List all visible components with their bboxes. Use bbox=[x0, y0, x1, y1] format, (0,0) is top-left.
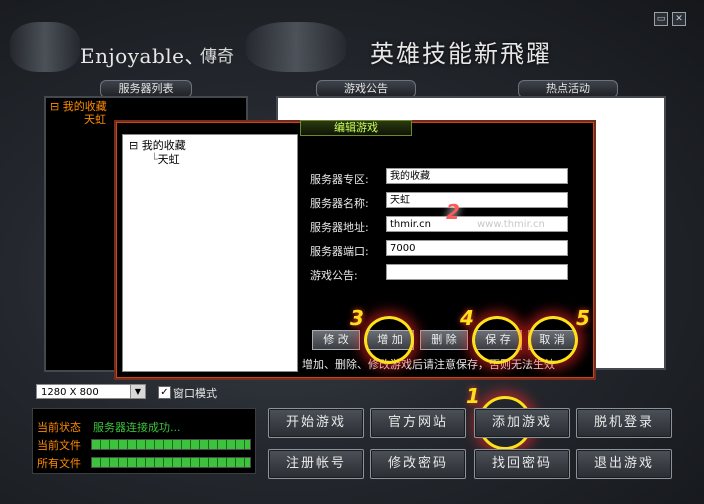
start-game-button[interactable]: 开始游戏 bbox=[268, 408, 364, 438]
recover-password-button[interactable]: 找回密码 bbox=[474, 449, 570, 479]
current-file-progress bbox=[91, 439, 251, 450]
address-value: thmir.cn bbox=[390, 219, 431, 230]
tree-connector-icon: └ bbox=[151, 153, 158, 166]
all-files-label: 所有文件 bbox=[37, 457, 81, 470]
highlight-ring-cancel bbox=[528, 316, 578, 364]
modify-button[interactable]: 修 改 bbox=[312, 330, 360, 350]
brand-title: Enjoyable、 bbox=[80, 44, 205, 68]
server-address-label: 服务器地址: bbox=[310, 221, 369, 234]
slogan-title: 英雄技能新飛躍 bbox=[370, 40, 552, 68]
official-site-button[interactable]: 官方网站 bbox=[370, 408, 466, 438]
step-number-4: 4 bbox=[460, 306, 474, 330]
step-number-3: 3 bbox=[350, 306, 364, 330]
server-address-input[interactable]: thmir.cn www.thmir.cn bbox=[386, 216, 568, 232]
window-mode-label: 窗口模式 bbox=[173, 387, 217, 400]
window-mode-checkbox[interactable]: ✓ bbox=[158, 386, 171, 399]
dialog-tree-label: 天虹 bbox=[157, 153, 180, 166]
launcher-window: { "window": {"minimize_glyph": "▭", "clo… bbox=[0, 0, 704, 504]
dialog-hint-text: 增加、删除、修改游戏后请注意保存，否则无法生效 bbox=[302, 358, 555, 371]
server-name-label: 服务器名称: bbox=[310, 197, 369, 210]
close-button[interactable]: ✕ bbox=[672, 12, 686, 26]
tree-item-label: 天虹 bbox=[84, 113, 106, 126]
dragon-ornament-right bbox=[246, 22, 346, 72]
brand-subtitle: 傳奇 bbox=[200, 47, 234, 67]
minimize-button[interactable]: ▭ bbox=[654, 12, 668, 26]
status-label: 当前状态 bbox=[37, 421, 81, 434]
delete-button[interactable]: 删 除 bbox=[420, 330, 468, 350]
server-port-input[interactable]: 7000 bbox=[386, 240, 568, 256]
step-number-2: 2 bbox=[446, 200, 460, 224]
add-game-button[interactable]: 添加游戏 bbox=[474, 408, 570, 438]
offline-login-button[interactable]: 脱机登录 bbox=[576, 408, 672, 438]
exit-game-button[interactable]: 退出游戏 bbox=[576, 449, 672, 479]
server-name-input[interactable]: 天虹 bbox=[386, 192, 568, 208]
highlight-ring-add bbox=[364, 316, 414, 364]
server-port-label: 服务器端口: bbox=[310, 245, 369, 258]
dragon-ornament-left bbox=[10, 22, 80, 72]
dropdown-arrow-icon[interactable]: ▼ bbox=[130, 385, 145, 398]
zone-label: 服务器专区: bbox=[310, 173, 369, 186]
expand-icon[interactable]: ⊟ bbox=[129, 139, 138, 152]
dialog-tree-item-server[interactable]: └天虹 bbox=[151, 151, 180, 167]
game-notice-label: 游戏公告: bbox=[310, 269, 358, 282]
current-file-label: 当前文件 bbox=[37, 439, 81, 452]
all-files-progress bbox=[91, 457, 251, 468]
status-value: 服务器连接成功... bbox=[93, 421, 181, 434]
zone-input[interactable]: 我的收藏 bbox=[386, 168, 568, 184]
change-password-button[interactable]: 修改密码 bbox=[370, 449, 466, 479]
watermark-text: www.thmir.cn bbox=[477, 219, 545, 230]
step-number-1: 1 bbox=[466, 384, 480, 408]
highlight-ring-save bbox=[472, 316, 522, 364]
dialog-server-tree[interactable]: ⊟ 我的收藏 └天虹 bbox=[122, 134, 298, 372]
dialog-title: 编辑游戏 bbox=[300, 120, 412, 136]
register-button[interactable]: 注册帐号 bbox=[268, 449, 364, 479]
tree-item-server[interactable]: 天虹 bbox=[84, 111, 106, 127]
step-number-5: 5 bbox=[576, 306, 590, 330]
game-notice-input[interactable] bbox=[386, 264, 568, 280]
status-panel: 当前状态 服务器连接成功... 当前文件 所有文件 bbox=[32, 408, 256, 474]
expand-icon[interactable]: ⊟ bbox=[50, 100, 59, 113]
